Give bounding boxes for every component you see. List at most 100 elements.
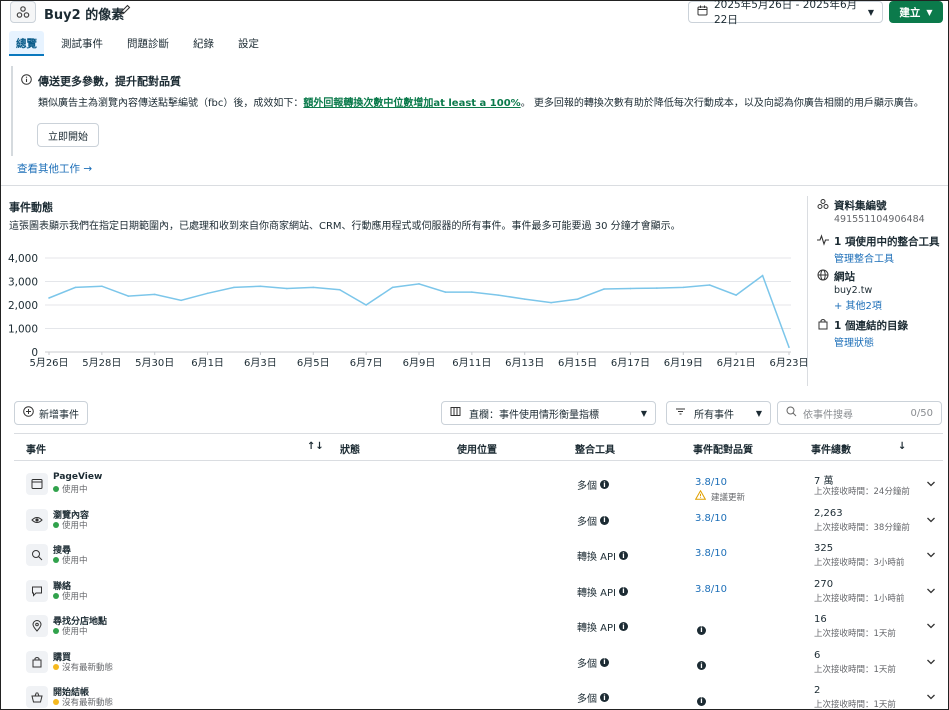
date-range-label: 2025年5月26日 - 2025年6月22日 [714, 0, 858, 26]
data-point [682, 286, 685, 289]
columns-select[interactable]: 直欄：事件使用情形衡量指標 ▼ [441, 401, 656, 425]
match-quality-link[interactable]: 3.8/10 [695, 584, 727, 595]
x-tick-label: 6月11日 [452, 357, 491, 369]
event-status-label: 沒有最新動態 [62, 662, 114, 673]
status-dot [53, 628, 59, 634]
info-icon[interactable]: i [600, 515, 609, 525]
info-icon[interactable]: i [600, 657, 609, 667]
location-icon [26, 615, 48, 637]
pencil-icon[interactable] [120, 4, 131, 18]
x-tick-label: 6月19日 [664, 357, 703, 369]
tab-settings[interactable]: 設定 [231, 31, 266, 56]
table-row[interactable]: 瀏覽內容 使用中 多個 i 3.8/10 2,263 上次接收時間：38分鐘前 [14, 503, 943, 538]
info-icon[interactable]: i [697, 625, 706, 635]
events-filter-select[interactable]: 所有事件 ▼ [666, 401, 771, 425]
table-row[interactable]: 聯絡 使用中 轉換 API i 3.8/10 270 上次接收時間：1小時前 [14, 574, 943, 609]
match-quality-link[interactable]: 3.8/10 [695, 513, 727, 524]
notice-link[interactable]: 額外回報轉換次數中位數增加at least a 100% [303, 98, 520, 109]
info-icon[interactable]: i [619, 551, 628, 560]
info-icon[interactable]: i [619, 586, 628, 596]
integration-tool-label: 轉換 API [577, 552, 616, 563]
search-count: 0/50 [910, 407, 933, 419]
last-received: 上次接收時間：38分鐘前 [814, 522, 910, 533]
x-tick-label: 5月26日 [29, 357, 68, 369]
info-icon[interactable]: i [600, 480, 609, 489]
tab-test-events[interactable]: 測試事件 [54, 31, 110, 56]
search-placeholder: 依事件搜尋 [803, 409, 853, 421]
chat-icon [26, 579, 48, 602]
x-tick-label: 6月23日 [769, 357, 807, 369]
add-event-button[interactable]: 新增事件 [14, 401, 88, 425]
dataset-id: 491551104906484 [834, 214, 925, 225]
event-status: 使用中 [53, 483, 88, 495]
y-tick-label: 1,000 [8, 324, 38, 336]
create-label: 建立 [899, 6, 921, 19]
website-label: 網站 [834, 271, 855, 283]
tab-history[interactable]: 紀錄 [186, 31, 221, 56]
info-icon[interactable]: i [619, 622, 628, 631]
table-row[interactable]: 尋找分店地點 使用中 轉換 API i i 16 上次接收時間：1天前 [14, 609, 943, 644]
match-quality-link[interactable]: 3.8/10 [695, 477, 727, 488]
chevron-down-icon[interactable] [926, 478, 936, 491]
event-total: 2,263 [814, 507, 843, 519]
search-icon [26, 544, 48, 566]
event-status: 沒有最新動態 [53, 661, 113, 673]
manage-integrations-link[interactable]: 管理整合工具 [834, 250, 939, 265]
chevron-down-icon[interactable] [926, 585, 936, 598]
event-activity-chart: 01,0002,0003,0004,0005月26日 5月28日 5月30日 6月1日… [8, 253, 807, 369]
x-tick-label: 6月13日 [505, 357, 544, 369]
info-icon[interactable]: i [600, 693, 609, 702]
last-received: 上次接收時間：24分鐘前 [814, 487, 910, 497]
data-point [550, 301, 552, 304]
date-range-picker[interactable]: 2025年5月26日 - 2025年6月22日 ▼ [688, 1, 883, 26]
start-now-button[interactable]: 立即開始 [37, 123, 99, 147]
chevron-down-icon[interactable] [926, 514, 936, 527]
caret-down-icon: ▼ [926, 7, 933, 17]
event-status: 使用中 [53, 625, 88, 637]
status-dot [53, 486, 59, 492]
info-icon[interactable]: i [697, 661, 706, 670]
table-row[interactable]: 購買 沒有最新動態 多個 i i 6 上次接收時間：1天前 [14, 645, 943, 680]
col-event[interactable]: 事件 [26, 441, 46, 456]
info-icon[interactable]: i [697, 696, 706, 706]
chevron-down-icon[interactable] [926, 656, 936, 669]
sort-icon[interactable]: ↑↓ [307, 441, 324, 452]
integration-tool: 多個 i [577, 655, 609, 670]
data-point [761, 274, 764, 277]
view-other-work-link[interactable]: 查看其他工作 → [17, 161, 92, 176]
catalog-icon [817, 318, 829, 333]
integration-tool-label: 多個 [577, 481, 597, 492]
chevron-down-icon[interactable] [926, 691, 936, 704]
tab-overview[interactable]: 總覽 [9, 31, 44, 56]
manage-status-link[interactable]: 管理狀態 [834, 334, 908, 349]
sort-desc-icon[interactable]: ↓ [898, 441, 906, 452]
event-status-label: 使用中 [62, 556, 88, 566]
integration-tool-label: 多個 [577, 516, 597, 528]
event-search-input[interactable]: 依事件搜尋 0/50 [777, 401, 942, 425]
match-quality-link[interactable]: 3.8/10 [695, 548, 727, 559]
x-tick-label: 6月7日 [350, 357, 383, 369]
table-row[interactable]: PageView 使用中 多個 i 3.8/10 建議更新 7 萬上次接收時間：24分鐘前 [14, 467, 943, 503]
x-tick-label: 6月9日 [403, 357, 436, 369]
chevron-down-icon[interactable] [926, 549, 936, 562]
col-status[interactable]: 狀態 [340, 441, 360, 456]
event-status: 使用中 [53, 554, 88, 566]
col-quality[interactable]: 事件配對品質 [693, 441, 753, 456]
integrations-label: 1 項使用中的整合工具 [834, 236, 940, 248]
x-tick-label: 6月15日 [558, 357, 597, 369]
table-row[interactable]: 開始結帳 沒有最新動態 多個 i i 2 上次接收時間：1天前 [14, 680, 943, 709]
more-websites-link[interactable]: + 其他2項 [834, 297, 882, 312]
status-dot [53, 663, 59, 670]
chevron-down-icon[interactable] [926, 620, 936, 633]
tab-diagnostics[interactable]: 問題診斷 [120, 31, 176, 56]
event-total: 6 [814, 649, 821, 661]
col-usage[interactable]: 使用位置 [457, 441, 497, 456]
col-total[interactable]: 事件總數 [811, 441, 851, 456]
integration-tool-label: 轉換 API [577, 623, 616, 634]
col-tool[interactable]: 整合工具 [575, 441, 615, 456]
last-received: 上次接收時間：1天前 [814, 629, 896, 639]
event-total: 270 [814, 578, 834, 590]
data-point [153, 293, 156, 296]
create-button[interactable]: 建立 ▼ [889, 1, 943, 23]
table-row[interactable]: 搜尋 使用中 轉換 API i 3.8/10 325 上次接收時間：3小時前 [14, 538, 943, 573]
